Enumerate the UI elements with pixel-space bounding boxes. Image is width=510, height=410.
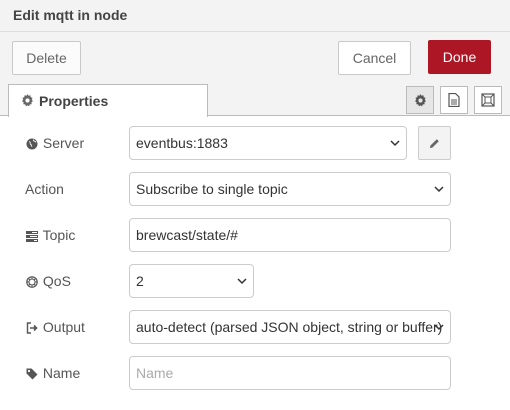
output-label-text: Output [42,319,85,335]
description-tab-button[interactable] [440,86,468,114]
edit-server-button[interactable] [418,126,451,160]
sign-out-icon [26,322,38,334]
action-select-value: Subscribe to single topic [136,181,288,197]
server-select[interactable]: eventbus:1883 [129,126,407,160]
cancel-button[interactable]: Cancel [338,41,411,75]
name-row: Name Name [0,356,510,390]
output-label: Output [25,310,85,344]
delete-button[interactable]: Delete [12,41,81,75]
server-label-text: Server [42,135,85,151]
server-row: Server eventbus:1883 [0,126,510,160]
tray-toolbar: Delete Cancel Done [0,32,510,80]
tray-title: Edit mqtt in node [13,7,128,23]
chevron-down-icon [434,186,444,193]
gear-icon [414,93,426,106]
empire-icon [26,276,38,289]
document-icon [448,93,460,107]
chevron-down-icon [390,140,400,147]
qos-select[interactable]: 2 [129,264,254,298]
output-select-value: auto-detect (parsed JSON object, string … [136,319,443,335]
name-label-text: Name [42,365,81,381]
chevron-down-icon [434,324,444,331]
appearance-tab-button[interactable] [474,86,502,114]
done-button[interactable]: Done [428,40,491,74]
tab-properties[interactable]: Properties [8,84,208,117]
server-label: Server [25,126,84,160]
chevron-down-icon [237,278,247,285]
qos-label-text: QoS [42,273,71,289]
action-row: Action Subscribe to single topic [0,172,510,206]
server-select-value: eventbus:1883 [136,135,228,151]
tag-icon [26,368,38,380]
qos-select-value: 2 [136,273,144,289]
topic-row: Topic brewcast/state/# [0,218,510,252]
pencil-icon [429,138,439,148]
properties-panel: Server eventbus:1883 Action Subscribe to… [0,117,510,410]
output-row: Output auto-detect (parsed JSON object, … [0,310,510,344]
tab-properties-label: Properties [39,93,109,109]
name-input[interactable]: Name [129,356,451,390]
qos-row: QoS 2 [0,264,510,298]
tray-header: Edit mqtt in node [0,0,510,32]
qos-label: QoS [25,264,71,298]
topic-input[interactable]: brewcast/state/# [129,218,451,252]
frame-icon [481,93,495,107]
gear-icon [21,94,34,107]
output-select[interactable]: auto-detect (parsed JSON object, string … [129,310,451,344]
globe-icon [26,138,38,150]
action-select[interactable]: Subscribe to single topic [129,172,451,206]
tabs-bar: Properties [0,80,510,117]
topic-label: Topic [25,218,75,252]
topic-label-text: Topic [42,227,76,243]
tasks-icon [26,230,38,242]
action-label: Action [25,181,64,197]
name-label: Name [25,356,80,390]
node-settings-tab-button[interactable] [406,86,434,114]
